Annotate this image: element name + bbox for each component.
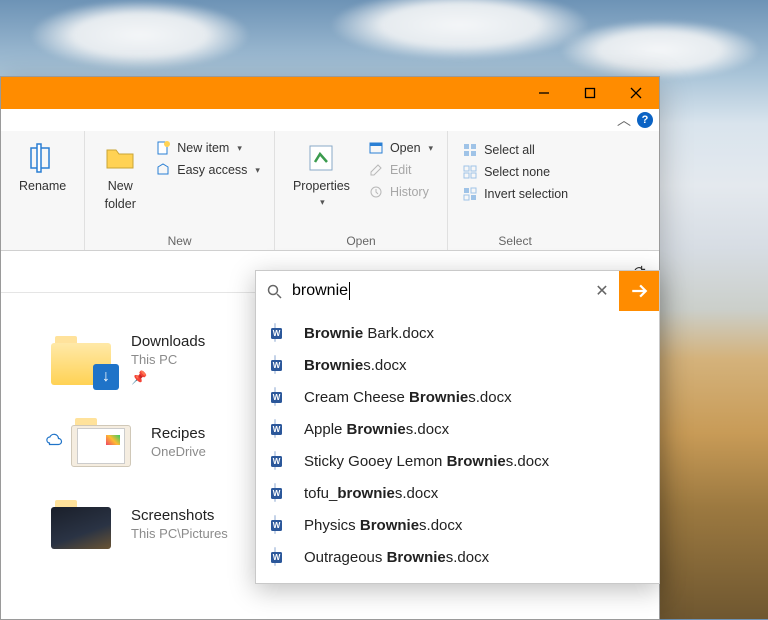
search-result[interactable]: Brownie Bark.docx <box>256 317 659 349</box>
clear-search-button[interactable]: ✕ <box>585 281 619 301</box>
docx-file-icon <box>274 388 292 406</box>
docx-file-icon <box>274 516 292 534</box>
search-input[interactable]: brownie <box>292 282 585 300</box>
select-none-button[interactable]: Select none <box>460 163 570 181</box>
search-icon <box>256 283 292 299</box>
result-filename: tofu_brownies.docx <box>304 485 438 502</box>
new-folder-icon <box>103 141 137 175</box>
search-bar: brownie ✕ <box>256 271 659 311</box>
new-item-icon <box>155 140 171 156</box>
search-result[interactable]: Apple Brownies.docx <box>256 413 659 445</box>
button-label: Edit <box>390 163 412 177</box>
search-result[interactable]: Brownies.docx <box>256 349 659 381</box>
chevron-down-icon: ▾ <box>237 143 242 154</box>
cloud-sync-icon <box>45 431 63 454</box>
chevron-down-icon: ▾ <box>320 197 325 207</box>
open-button[interactable]: Open ▾ <box>366 139 435 157</box>
folder-title: Screenshots <box>131 507 228 524</box>
search-input-text: brownie <box>292 282 348 300</box>
result-filename: Cream Cheese Brownies.docx <box>304 389 512 406</box>
result-filename: Sticky Gooey Lemon Brownies.docx <box>304 453 549 470</box>
edit-icon <box>368 162 384 178</box>
group-label: New <box>168 232 192 248</box>
docx-file-icon <box>274 484 292 502</box>
ribbon-collapse-row: ︿ ? <box>1 109 659 131</box>
group-label <box>41 232 44 248</box>
folder-title: Downloads <box>131 333 205 350</box>
title-bar <box>1 77 659 109</box>
search-result[interactable]: Cream Cheese Brownies.docx <box>256 381 659 413</box>
collapse-ribbon-icon[interactable]: ︿ <box>617 110 631 130</box>
pin-icon: 📌 <box>131 370 205 386</box>
group-label: Open <box>346 232 375 248</box>
docx-file-icon <box>274 324 292 342</box>
button-label: Invert selection <box>484 187 568 201</box>
search-result[interactable]: Physics Brownies.docx <box>256 509 659 541</box>
result-filename: Outrageous Brownies.docx <box>304 549 489 566</box>
edit-button[interactable]: Edit <box>366 161 435 179</box>
folder-location: This PC <box>131 352 205 367</box>
folder-title: Recipes <box>151 425 206 442</box>
result-filename: Apple Brownies.docx <box>304 421 449 438</box>
properties-icon <box>304 141 338 175</box>
text-cursor <box>349 282 350 300</box>
button-label: Easy access <box>177 163 247 177</box>
easy-access-icon <box>155 162 171 178</box>
search-result[interactable]: Sticky Gooey Lemon Brownies.docx <box>256 445 659 477</box>
chevron-down-icon: ▾ <box>255 165 260 176</box>
properties-button[interactable]: Properties ▾ <box>287 137 356 212</box>
new-item-button[interactable]: New item ▾ <box>153 139 262 157</box>
result-filename: Brownies.docx <box>304 357 407 374</box>
button-label: Select none <box>484 165 550 179</box>
search-go-button[interactable] <box>619 271 659 311</box>
search-flyout: brownie ✕ Brownie Bark.docx Brownies.docx… <box>255 270 660 584</box>
rename-icon <box>26 141 60 175</box>
result-filename: Physics Brownies.docx <box>304 517 462 534</box>
search-result[interactable]: Outrageous Brownies.docx <box>256 541 659 573</box>
history-icon <box>368 184 384 200</box>
select-all-button[interactable]: Select all <box>460 141 570 159</box>
button-label: Select all <box>484 143 535 157</box>
docx-file-icon <box>274 548 292 566</box>
invert-selection-button[interactable]: Invert selection <box>460 185 570 203</box>
new-folder-button[interactable]: New folder <box>97 137 143 216</box>
help-icon[interactable]: ? <box>637 112 653 128</box>
maximize-button[interactable] <box>567 77 613 109</box>
folder-icon <box>51 498 115 550</box>
rename-button[interactable]: Rename <box>13 137 72 197</box>
invert-selection-icon <box>462 186 478 202</box>
button-label: History <box>390 185 429 199</box>
folder-location: This PC\Pictures <box>131 526 228 541</box>
result-filename: Brownie Bark.docx <box>304 325 434 342</box>
folder-location: OneDrive <box>151 444 206 459</box>
docx-file-icon <box>274 420 292 438</box>
docx-file-icon <box>274 356 292 374</box>
button-label: New item <box>177 141 229 155</box>
group-label: Select <box>498 232 531 248</box>
folder-icon: ↓ <box>51 334 115 386</box>
button-label: Rename <box>19 179 66 193</box>
history-button[interactable]: History <box>366 183 435 201</box>
search-results: Brownie Bark.docx Brownies.docx Cream Chee… <box>256 311 659 583</box>
close-button[interactable] <box>613 77 659 109</box>
button-label-line1: New <box>108 179 133 193</box>
search-result[interactable]: tofu_brownies.docx <box>256 477 659 509</box>
button-label-line2: folder <box>105 197 136 211</box>
button-label: Properties <box>293 179 350 193</box>
docx-file-icon <box>274 452 292 470</box>
chevron-down-icon: ▾ <box>429 143 434 154</box>
select-all-icon <box>462 142 478 158</box>
easy-access-button[interactable]: Easy access ▾ <box>153 161 262 179</box>
minimize-button[interactable] <box>521 77 567 109</box>
folder-icon <box>71 416 135 468</box>
open-icon <box>368 140 384 156</box>
select-none-icon <box>462 164 478 180</box>
button-label: Open <box>390 141 421 155</box>
ribbon: Rename New folder New item ▾ <box>1 131 659 251</box>
